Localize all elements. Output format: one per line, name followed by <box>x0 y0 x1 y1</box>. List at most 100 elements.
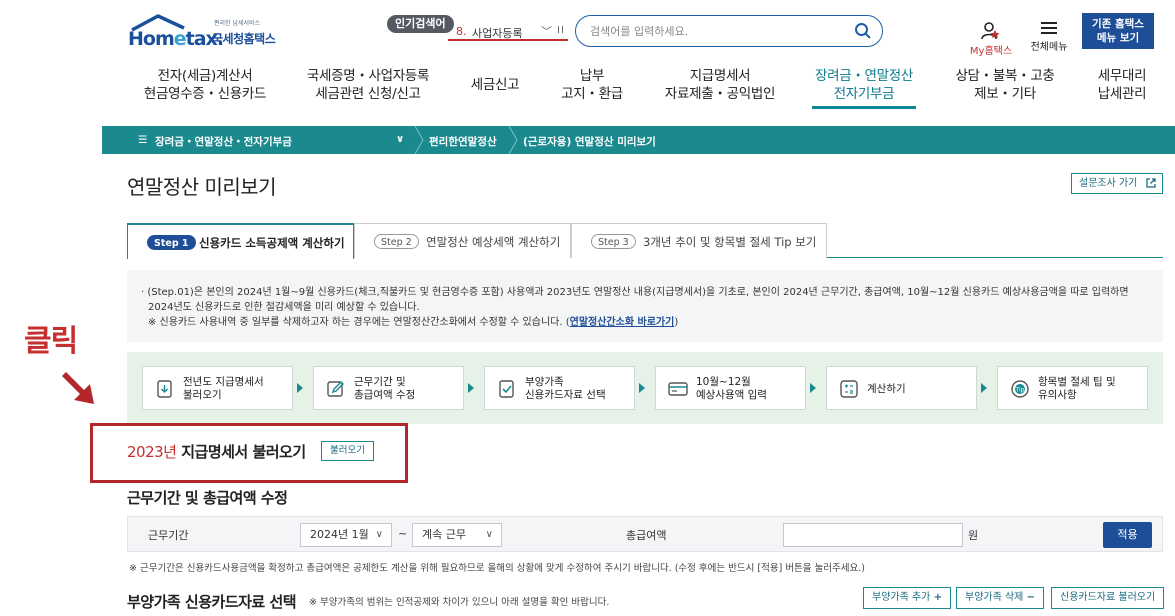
user-icon <box>981 22 1000 40</box>
step-badge: Step 1 <box>147 235 196 250</box>
tab-label: 3개년 추이 및 항목별 절세 Tip 보기 <box>643 235 817 249</box>
minus-icon: − <box>1026 592 1035 603</box>
flow-step-label: 전년도 지급명세서 불러오기 <box>183 376 264 401</box>
external-link-icon <box>1146 178 1156 188</box>
svg-text:Tip: Tip <box>1015 387 1025 394</box>
add-dependent-button[interactable]: 부양가족 추가 + <box>863 587 951 609</box>
simplified-link[interactable]: 연말정산간소화 바로가기 <box>570 317 675 328</box>
flow-step-edit[interactable]: 근무기간 및 총급여액 수정 <box>313 366 464 410</box>
search-box <box>575 15 883 47</box>
old-menu-line2: 메뉴 보기 <box>1096 32 1140 44</box>
page-title: 연말정산 미리보기 <box>127 175 277 199</box>
period-tilde: ~ <box>398 527 408 540</box>
period-salary-form: 근무기간 2024년 1월 ∨ ~ 계속 근무 ∨ 총급여액 원 적용 <box>127 516 1163 552</box>
tab-step-1[interactable]: Step 1 신용카드 소득공제액 계산하기 <box>127 223 354 259</box>
hometax-logo[interactable]: Hometax. 편리한 납세서비스 국세청홈택스 <box>126 14 286 50</box>
period-note: ※ 근무기간은 신용카드사용금액을 확정하고 총급여액은 공제한도 계산을 위해… <box>129 563 865 574</box>
flow-step-expected[interactable]: 10월~12월 예상사용액 입력 <box>655 366 806 410</box>
flow-step-calculate[interactable]: 계산하기 <box>826 366 977 410</box>
hamburger-icon <box>1041 22 1057 34</box>
logo-text: 국세청홈택스 <box>212 32 276 46</box>
nav-counsel[interactable]: 상담・불복・고충 제보・기타 <box>953 67 1057 103</box>
step-flow-panel: 전년도 지급명세서 불러오기 근무기간 및 총급여액 수정 부양가족 신용카드자료 선… <box>127 352 1163 424</box>
breadcrumb-menu-icon[interactable]: ☰ <box>138 134 147 146</box>
flow-step-label: 10월~12월 예상사용액 입력 <box>696 376 767 401</box>
dependents-note: ※ 부양가족의 범위는 인적공제와 차이가 있으니 아래 설명을 확인 바랍니다… <box>309 597 610 608</box>
search-icon[interactable] <box>854 22 872 40</box>
popular-underline <box>448 39 568 41</box>
apply-button[interactable]: 적용 <box>1103 522 1152 548</box>
survey-label: 설문조사 가기 <box>1079 178 1138 189</box>
tip-icon: Tip <box>1011 380 1029 398</box>
nav-agent[interactable]: 세무대리 납세관리 <box>1090 67 1154 103</box>
flow-arrow-icon <box>981 383 987 393</box>
document-download-icon <box>157 380 172 398</box>
info-box: · (Step.01)은 본인의 2024년 1월~9월 신용카드(체크,직불카… <box>127 270 1163 342</box>
popular-rank: 8. <box>456 25 467 38</box>
logo-wordmark: Hometax. <box>128 28 224 50</box>
flow-step-tips[interactable]: Tip 항목별 절세 팁 및 유의사항 <box>997 366 1148 410</box>
chevron-down-icon: ∨ <box>485 529 493 540</box>
delete-dependent-button[interactable]: 부양가족 삭제 − <box>956 587 1044 609</box>
popular-search-badge: 인기검색어 <box>387 15 454 33</box>
nav-tax-report[interactable]: 세금신고 <box>460 76 530 94</box>
my-hometax-link[interactable]: My홈택스 <box>965 22 1017 57</box>
step-badge: Step 2 <box>374 234 419 249</box>
nav-active-indicator <box>812 106 916 109</box>
card-icon <box>668 382 688 396</box>
start-month-select[interactable]: 2024년 1월 ∨ <box>300 523 392 547</box>
tab-step-3[interactable]: Step 3 3개년 추이 및 항목별 절세 Tip 보기 <box>571 223 827 258</box>
nav-payment-statement[interactable]: 지급명세서 자료제출・공익법인 <box>662 67 778 103</box>
chevron-down-icon[interactable]: ﹀ <box>541 23 552 39</box>
nav-e-invoice[interactable]: 전자(세금)계산서 현금영수증・신용카드 <box>143 67 267 103</box>
old-menu-line1: 기존 홈택스 <box>1092 18 1144 30</box>
breadcrumb-item-2[interactable]: 편리한연말정산 <box>429 134 497 149</box>
annotation-click-label: 클릭 <box>24 324 78 359</box>
all-menu-label: 전체메뉴 <box>1030 42 1068 53</box>
breadcrumb: ☰ 장려금・연말정산・전자기부금 ∨ 편리한연말정산 (근로자용) 연말정산 미… <box>102 126 1175 154</box>
old-menu-button[interactable]: 기존 홈택스 메뉴 보기 <box>1082 13 1154 49</box>
breadcrumb-item-1[interactable]: 장려금・연말정산・전자기부금 <box>155 134 292 149</box>
salary-input[interactable] <box>783 523 963 547</box>
chevron-down-icon[interactable]: ∨ <box>396 134 404 145</box>
breadcrumb-separator-icon <box>508 126 518 154</box>
flow-step-label: 근무기간 및 총급여액 수정 <box>354 376 416 401</box>
period-label: 근무기간 <box>148 529 189 542</box>
logo-tagline: 편리한 납세서비스 <box>214 20 261 27</box>
nav-year-end[interactable]: 장려금・연말정산 전자기부금 <box>810 67 918 103</box>
flow-arrow-icon <box>810 383 816 393</box>
flow-step-load[interactable]: 전년도 지급명세서 불러오기 <box>142 366 293 410</box>
plus-icon: + <box>933 592 942 603</box>
nav-payment[interactable]: 납부 고지・환급 <box>553 67 631 103</box>
flow-arrow-icon <box>639 383 645 393</box>
my-hometax-label: My홈택스 <box>969 46 1013 57</box>
salary-label: 총급여액 <box>626 529 667 542</box>
flow-step-dependents[interactable]: 부양가족 신용카드자료 선택 <box>484 366 635 410</box>
section-period-title: 근무기간 및 총급여액 수정 <box>127 489 288 507</box>
load-card-data-button[interactable]: 신용카드자료 불러오기 <box>1051 587 1165 609</box>
end-month-select[interactable]: 계속 근무 ∨ <box>412 523 502 547</box>
annotation-highlight-box <box>90 423 408 483</box>
tab-step-2[interactable]: Step 2 연말정산 예상세액 계산하기 <box>354 223 571 258</box>
checklist-icon <box>499 380 514 398</box>
search-input[interactable] <box>590 22 840 40</box>
breadcrumb-item-3[interactable]: (근로자용) 연말정산 미리보기 <box>523 134 656 149</box>
flow-arrow-icon <box>468 383 474 393</box>
flow-step-label: 항목별 절세 팁 및 유의사항 <box>1038 376 1116 401</box>
calculator-icon <box>840 380 858 398</box>
flow-step-label: 부양가족 신용카드자료 선택 <box>525 376 606 401</box>
chevron-down-icon: ∨ <box>375 529 383 540</box>
flow-arrow-icon <box>297 383 303 393</box>
info-line-1: · (Step.01)은 본인의 2024년 1월~9월 신용카드(체크,직불카… <box>141 287 1129 298</box>
pause-icon[interactable]: II <box>557 25 565 36</box>
tab-label: 연말정산 예상세액 계산하기 <box>426 235 561 249</box>
survey-button[interactable]: 설문조사 가기 <box>1071 173 1163 194</box>
edit-icon <box>327 381 344 397</box>
nav-certificate[interactable]: 국세증명・사업자등록 세금관련 신청/신고 <box>304 67 432 103</box>
step-tabs: Step 1 신용카드 소득공제액 계산하기 Step 2 연말정산 예상세액 … <box>127 223 1163 259</box>
all-menu-button[interactable]: 전체메뉴 <box>1024 22 1074 53</box>
annotation-arrow-icon <box>62 372 94 404</box>
flow-step-label: 계산하기 <box>867 383 906 395</box>
info-line-3: ※ 신용카드 사용내역 중 일부를 삭제하고자 하는 경우에는 연말정산간소화에… <box>148 317 679 328</box>
section-dependents-title: 부양가족 신용카드자료 선택 <box>127 593 297 611</box>
